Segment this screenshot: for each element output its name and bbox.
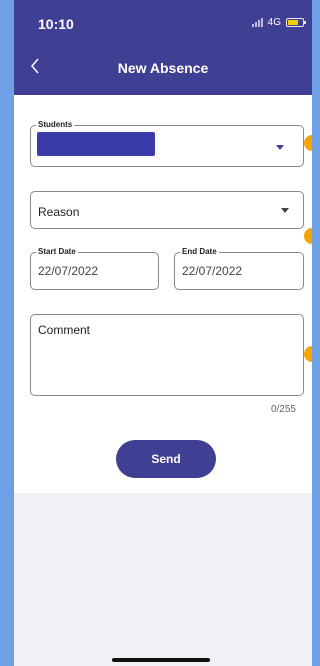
page-title: New Absence [117, 60, 209, 76]
comment-textarea[interactable]: Comment [30, 314, 304, 396]
battery-icon [286, 18, 306, 27]
signal-icon [251, 18, 263, 27]
start-date-field[interactable]: Start Date 22/07/2022 [30, 247, 159, 290]
send-button[interactable]: Send [116, 440, 216, 478]
reason-placeholder: Reason [38, 205, 80, 219]
end-date-value: 22/07/2022 [182, 264, 243, 278]
reason-select[interactable]: Reason [30, 191, 304, 229]
network-type: 4G [267, 17, 281, 28]
start-date-label: Start Date [36, 247, 78, 257]
phone-screen: 10:10 4G New Absence Students Reason Sta… [14, 0, 312, 666]
students-label: Students [36, 120, 75, 130]
status-indicators: 4G [251, 17, 306, 28]
comment-placeholder: Comment [38, 323, 91, 337]
chevron-down-icon [276, 145, 284, 150]
end-date-label: End Date [180, 247, 219, 257]
chevron-down-icon [281, 208, 289, 213]
app-header: 10:10 4G New Absence [14, 0, 312, 95]
home-indicator[interactable] [112, 658, 210, 662]
status-time: 10:10 [38, 16, 74, 32]
students-select[interactable]: Students [30, 120, 304, 167]
student-name-redacted [37, 132, 155, 156]
absence-form: Students Reason Start Date 22/07/2022 En… [14, 95, 312, 493]
comment-char-counter: 0/255 [270, 404, 296, 415]
start-date-value: 22/07/2022 [38, 264, 99, 278]
end-date-field[interactable]: End Date 22/07/2022 [174, 247, 304, 290]
